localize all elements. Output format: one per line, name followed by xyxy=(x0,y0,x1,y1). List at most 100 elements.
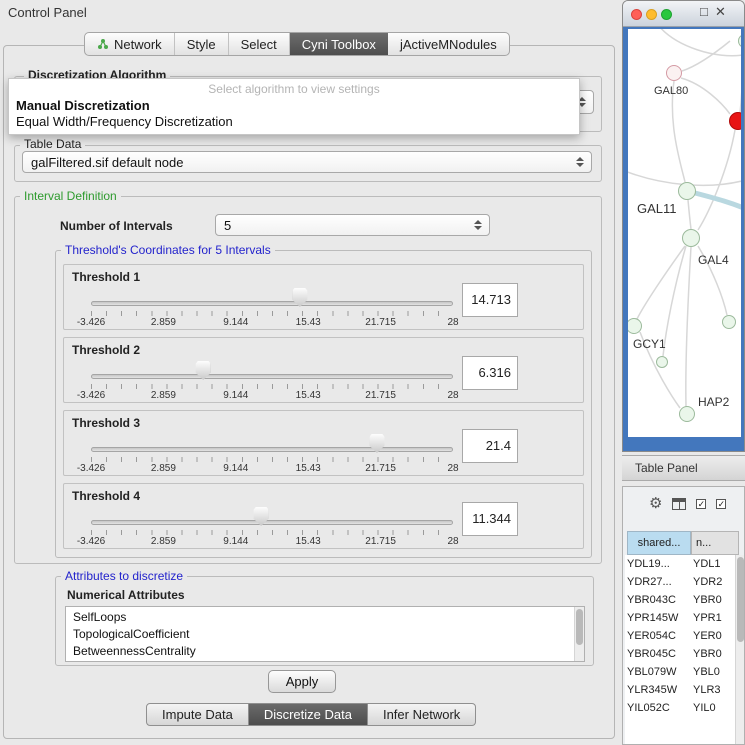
cell-name[interactable]: YER0 xyxy=(693,627,727,645)
network-node-hap2[interactable] xyxy=(679,406,695,422)
table-toolbar: ⚙ ✓ ✓ xyxy=(623,491,744,517)
column-header-shared-name[interactable]: shared... xyxy=(627,531,691,555)
close-window-button[interactable] xyxy=(631,9,642,20)
list-item-topologicalcoefficient[interactable]: TopologicalCoefficient xyxy=(66,626,584,643)
network-node-selected-red[interactable] xyxy=(729,112,741,130)
table-scrollbar[interactable] xyxy=(735,555,744,744)
scale-tick-label: 15.43 xyxy=(296,463,321,474)
cell-name[interactable]: YPR1 xyxy=(693,609,727,627)
dropdown-option-equal-width[interactable]: Equal Width/Frequency Discretization xyxy=(9,113,579,129)
control-panel-title: Control Panel xyxy=(8,5,87,20)
tab-style[interactable]: Style xyxy=(175,33,229,55)
column-header-name[interactable]: n... xyxy=(691,531,739,555)
gear-icon[interactable]: ⚙ xyxy=(649,496,662,512)
cell-name[interactable]: YDL1 xyxy=(693,555,727,573)
tab-jactivemnodules[interactable]: jActiveMNodules xyxy=(388,33,509,55)
scale-tick-label: 28 xyxy=(447,317,458,328)
cell-name[interactable]: YBR0 xyxy=(693,645,727,663)
threshold-3-slider[interactable]: -3.426 2.859 9.144 15.43 21.715 28 xyxy=(91,441,453,475)
tab-discretize-data[interactable]: Discretize Data xyxy=(249,703,368,726)
threshold-2-slider[interactable]: -3.426 2.859 9.144 15.43 21.715 28 xyxy=(91,368,453,402)
close-panel-button[interactable]: ✕ xyxy=(715,4,726,20)
slider-scale: -3.426 2.859 9.144 15.43 21.715 28 xyxy=(91,463,453,475)
network-window: GAL80 GAL11 GAL4 GCY1 HAP2 xyxy=(622,0,745,452)
scale-tick-label: 21.715 xyxy=(365,463,396,474)
scrollbar-thumb[interactable] xyxy=(576,609,583,645)
list-item-selfloops[interactable]: SelfLoops xyxy=(66,609,584,626)
tab-cyni-toolbox[interactable]: Cyni Toolbox xyxy=(290,33,388,55)
table-row[interactable]: YPR145WYPR1 xyxy=(625,609,735,627)
dropdown-hint: Select algorithm to view settings xyxy=(9,81,579,97)
cell-shared-name[interactable]: YDR27... xyxy=(627,573,689,591)
dropdown-option-manual-discretization[interactable]: Manual Discretization xyxy=(9,97,579,113)
scale-tick-label: 9.144 xyxy=(223,463,248,474)
threshold-2-value-field[interactable]: 6.316 xyxy=(462,356,518,390)
cell-shared-name[interactable]: YBR043C xyxy=(627,591,689,609)
cell-shared-name[interactable]: YBR045C xyxy=(627,645,689,663)
table-row[interactable]: YBL079WYBL0 xyxy=(625,663,735,681)
table-row[interactable]: YLR345WYLR3 xyxy=(625,681,735,699)
num-intervals-value: 5 xyxy=(224,218,231,233)
cell-shared-name[interactable]: YLR345W xyxy=(627,681,689,699)
slider-ticks xyxy=(91,384,453,389)
tab-select[interactable]: Select xyxy=(229,33,290,55)
table-row[interactable]: YDL19...YDL1 xyxy=(625,555,735,573)
tab-label: Network xyxy=(114,37,162,52)
table-row[interactable]: YDR27...YDR2 xyxy=(625,573,735,591)
network-node[interactable] xyxy=(656,356,668,368)
network-node-gal80[interactable] xyxy=(666,65,682,81)
tab-network[interactable]: Network xyxy=(85,33,175,55)
tab-infer-network[interactable]: Infer Network xyxy=(368,703,476,726)
zoom-window-button[interactable] xyxy=(661,9,672,20)
apply-button[interactable]: Apply xyxy=(268,670,336,693)
cell-name[interactable]: YLR3 xyxy=(693,681,727,699)
threshold-1-slider[interactable]: -3.426 2.859 9.144 15.43 21.715 28 xyxy=(91,295,453,329)
tab-label: jActiveMNodules xyxy=(400,37,497,52)
network-canvas[interactable]: GAL80 GAL11 GAL4 GCY1 HAP2 xyxy=(628,29,741,437)
threshold-4-value-field[interactable]: 11.344 xyxy=(462,502,518,536)
cell-shared-name[interactable]: YPR145W xyxy=(627,609,689,627)
scrollbar-thumb[interactable] xyxy=(737,557,744,642)
cell-shared-name[interactable]: YIL052C xyxy=(627,699,689,717)
threshold-3-value-field[interactable]: 21.4 xyxy=(462,429,518,463)
threshold-1-value-field[interactable]: 14.713 xyxy=(462,283,518,317)
cell-name[interactable]: YBR0 xyxy=(693,591,727,609)
network-node-gal11[interactable] xyxy=(678,182,696,200)
cell-name[interactable]: YDR2 xyxy=(693,573,727,591)
table-row[interactable]: YBR043CYBR0 xyxy=(625,591,735,609)
cell-shared-name[interactable]: YBL079W xyxy=(627,663,689,681)
list-item-betweennesscentrality[interactable]: BetweennessCentrality xyxy=(66,643,584,660)
slider-track[interactable] xyxy=(91,301,453,306)
slider-track[interactable] xyxy=(91,374,453,379)
threshold-1-label: Threshold 1 xyxy=(72,270,140,284)
table-row[interactable]: YBR045CYBR0 xyxy=(625,645,735,663)
slider-scale: -3.426 2.859 9.144 15.43 21.715 28 xyxy=(91,317,453,329)
attributes-scrollbar[interactable] xyxy=(574,607,584,661)
table-row[interactable]: YIL052CYIL0 xyxy=(625,699,735,717)
num-intervals-combo[interactable]: 5 xyxy=(215,214,490,236)
tab-label: Cyni Toolbox xyxy=(302,37,376,52)
checkbox-icon[interactable]: ✓ xyxy=(696,499,706,509)
scale-tick-label: -3.426 xyxy=(77,536,105,547)
slider-track[interactable] xyxy=(91,447,453,452)
tab-impute-data[interactable]: Impute Data xyxy=(146,703,249,726)
minimize-window-button[interactable] xyxy=(646,9,657,20)
cell-name[interactable]: YIL0 xyxy=(693,699,727,717)
scale-tick-label: 21.715 xyxy=(365,390,396,401)
table-data-combo[interactable]: galFiltered.sif default node xyxy=(22,151,592,173)
network-node[interactable] xyxy=(722,315,736,329)
columns-icon[interactable] xyxy=(672,498,686,510)
threshold-4-slider[interactable]: -3.426 2.859 9.144 15.43 21.715 28 xyxy=(91,514,453,548)
cell-shared-name[interactable]: YER054C xyxy=(627,627,689,645)
cell-name[interactable]: YBL0 xyxy=(693,663,727,681)
threshold-4-label: Threshold 4 xyxy=(72,489,140,503)
combo-arrows-icon xyxy=(576,157,584,167)
table-row[interactable]: YER054CYER0 xyxy=(625,627,735,645)
algorithm-dropdown: Select algorithm to view settings Manual… xyxy=(8,78,580,135)
float-panel-button[interactable]: □ xyxy=(700,4,708,19)
slider-track[interactable] xyxy=(91,520,453,525)
network-node-gal4[interactable] xyxy=(682,229,700,247)
scale-tick-label: 21.715 xyxy=(365,317,396,328)
cell-shared-name[interactable]: YDL19... xyxy=(627,555,689,573)
checkbox-icon[interactable]: ✓ xyxy=(716,499,726,509)
